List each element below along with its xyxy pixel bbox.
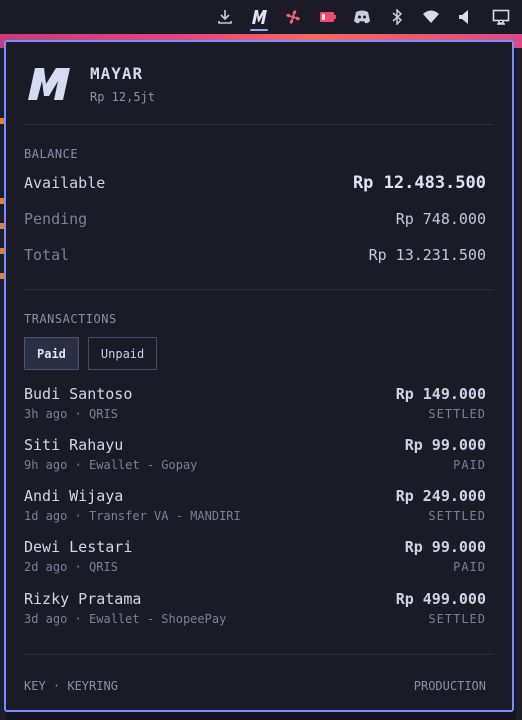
balance-row-total: Total Rp 13.231.500	[24, 244, 486, 266]
transaction-tabs: Paid Unpaid	[24, 337, 158, 370]
customer-name: Siti Rahayu	[24, 436, 124, 454]
transaction-row[interactable]: Budi Santoso 3h ago · QRIS Rp 149.000 SE…	[24, 385, 486, 425]
customer-name: Rizky Pratama	[24, 590, 142, 608]
app-title: MAYAR	[90, 64, 144, 83]
mayar-icon[interactable]	[244, 0, 274, 34]
transaction-row[interactable]: Siti Rahayu 9h ago · Ewallet - Gopay Rp …	[24, 436, 486, 476]
divider	[24, 654, 494, 655]
transaction-meta: 9h ago · Ewallet - Gopay	[24, 458, 198, 472]
background-window-right	[516, 48, 522, 720]
balance-label: Total	[24, 246, 70, 264]
customer-name: Dewi Lestari	[24, 538, 133, 556]
transaction-status: PAID	[453, 458, 486, 472]
transaction-status: PAID	[453, 560, 486, 574]
api-key-source: KEY · KEYRING	[24, 679, 118, 693]
transaction-meta: 3d ago · Ewallet - ShopeePay	[24, 612, 227, 626]
transaction-amount: Rp 99.000	[404, 436, 486, 454]
discord-icon[interactable]	[347, 0, 377, 34]
volume-icon[interactable]	[450, 0, 480, 34]
transaction-status: SETTLED	[428, 407, 486, 421]
transaction-amount: Rp 149.000	[395, 385, 486, 403]
transaction-meta: 3h ago · QRIS	[24, 407, 118, 421]
transaction-meta: 2d ago · QRIS	[24, 560, 118, 574]
app-balance-summary: Rp 12,5jt	[90, 90, 156, 104]
display-icon[interactable]	[486, 0, 516, 34]
tab-unpaid[interactable]: Unpaid	[87, 337, 158, 370]
transactions-section-title: TRANSACTIONS	[24, 312, 117, 326]
tab-paid[interactable]: Paid	[24, 337, 79, 370]
popup-header: MAYAR Rp 12,5jt	[26, 64, 492, 108]
transaction-amount: Rp 99.000	[404, 538, 486, 556]
divider	[24, 289, 494, 290]
customer-name: Budi Santoso	[24, 385, 133, 403]
balance-section-title: BALANCE	[24, 147, 79, 161]
transaction-status: SETTLED	[428, 509, 486, 523]
transaction-meta: 1d ago · Transfer VA - MANDIRI	[24, 509, 241, 523]
transaction-amount: Rp 499.000	[395, 590, 486, 608]
customer-name: Andi Wijaya	[24, 487, 124, 505]
wifi-icon[interactable]	[416, 0, 446, 34]
transaction-status: SETTLED	[428, 612, 486, 626]
system-tray-bar	[0, 0, 522, 34]
battery-low-icon[interactable]	[313, 0, 343, 34]
fan-icon[interactable]	[278, 0, 308, 34]
transaction-row[interactable]: Dewi Lestari 2d ago · QRIS Rp 99.000 PAI…	[24, 538, 486, 578]
transaction-row[interactable]: Andi Wijaya 1d ago · Transfer VA - MANDI…	[24, 487, 486, 527]
divider	[24, 124, 494, 125]
bluetooth-icon[interactable]	[382, 0, 412, 34]
download-icon[interactable]	[210, 0, 240, 34]
balance-row-available: Available Rp 12.483.500	[24, 172, 486, 194]
balance-row-pending: Pending Rp 748.000	[24, 208, 486, 230]
environment-badge: PRODUCTION	[413, 679, 486, 693]
transaction-amount: Rp 249.000	[395, 487, 486, 505]
balance-amount: Rp 12.483.500	[352, 173, 486, 193]
transaction-row[interactable]: Rizky Pratama 3d ago · Ewallet - ShopeeP…	[24, 590, 486, 630]
mayar-popup: MAYAR Rp 12,5jt BALANCE Available Rp 12.…	[4, 40, 514, 712]
balance-amount: Rp 748.000	[395, 210, 486, 228]
balance-amount: Rp 13.231.500	[368, 246, 486, 264]
balance-label: Pending	[24, 210, 88, 228]
balance-label: Available	[24, 174, 106, 192]
mayar-logo-icon	[26, 64, 72, 104]
